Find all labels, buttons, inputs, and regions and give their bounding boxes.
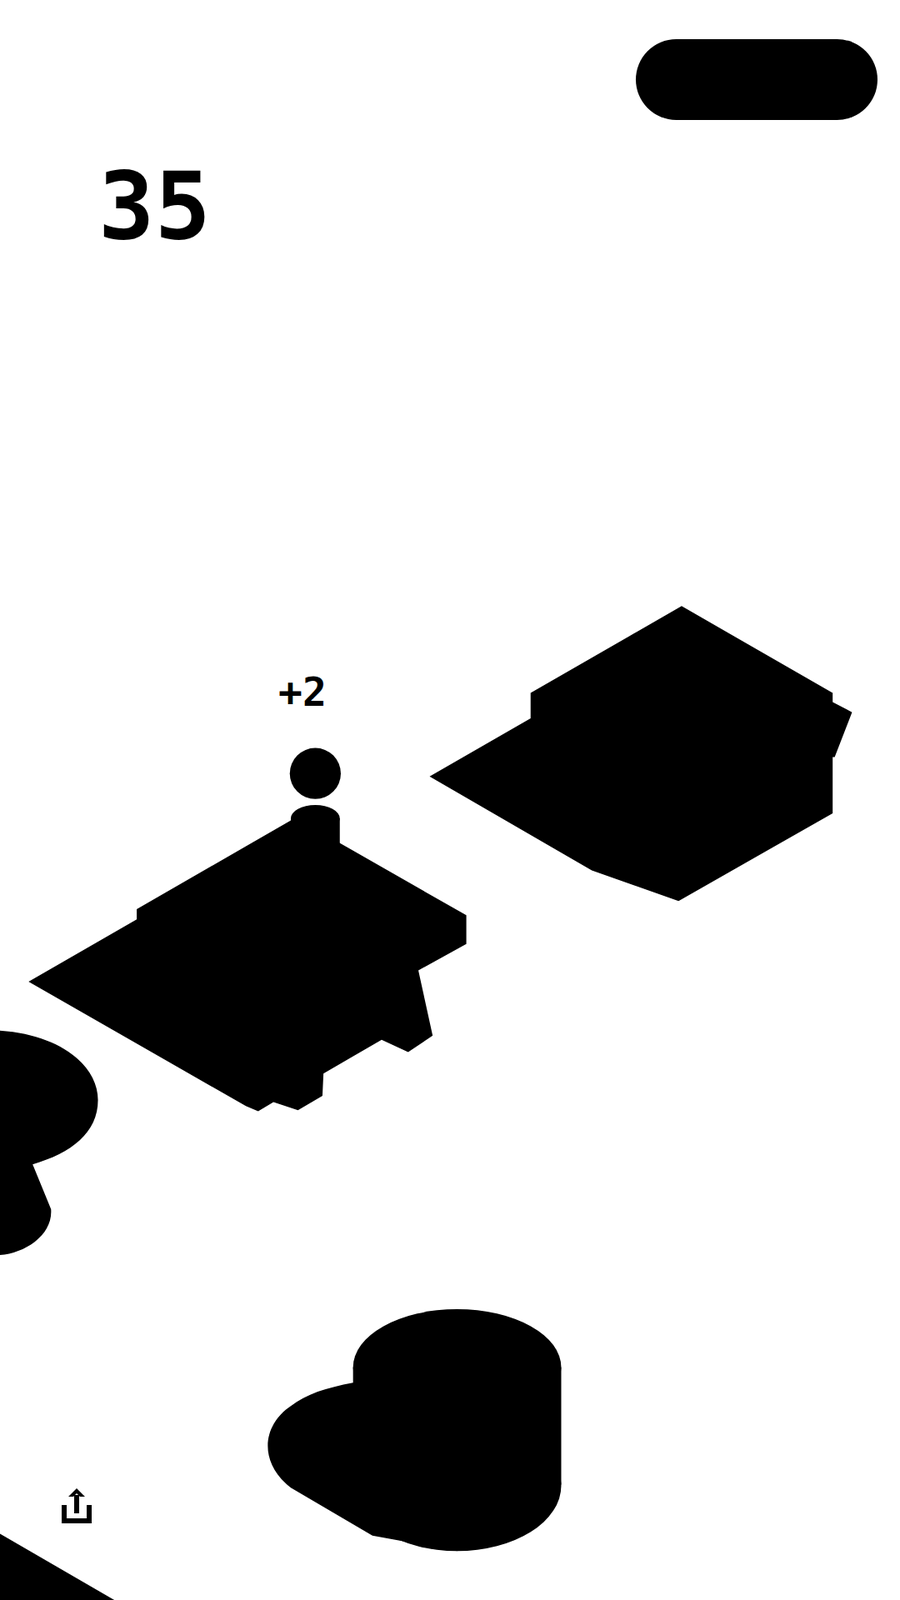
game-screen[interactable]: 35 +2: [0, 0, 900, 1600]
cylinder-platform: [267, 1309, 561, 1551]
player-ball: [290, 748, 341, 800]
corner-platform: [0, 1533, 115, 1600]
share-button[interactable]: [58, 1485, 95, 1527]
right-platform: [430, 605, 853, 901]
score-counter: 35: [98, 155, 211, 258]
share-icon: [60, 1486, 94, 1525]
edge-platform: [0, 1030, 99, 1255]
left-platform: [28, 820, 466, 1111]
menu-pill-button[interactable]: [635, 39, 878, 120]
platform-peg: [290, 805, 340, 850]
bonus-points: +2: [278, 670, 327, 715]
